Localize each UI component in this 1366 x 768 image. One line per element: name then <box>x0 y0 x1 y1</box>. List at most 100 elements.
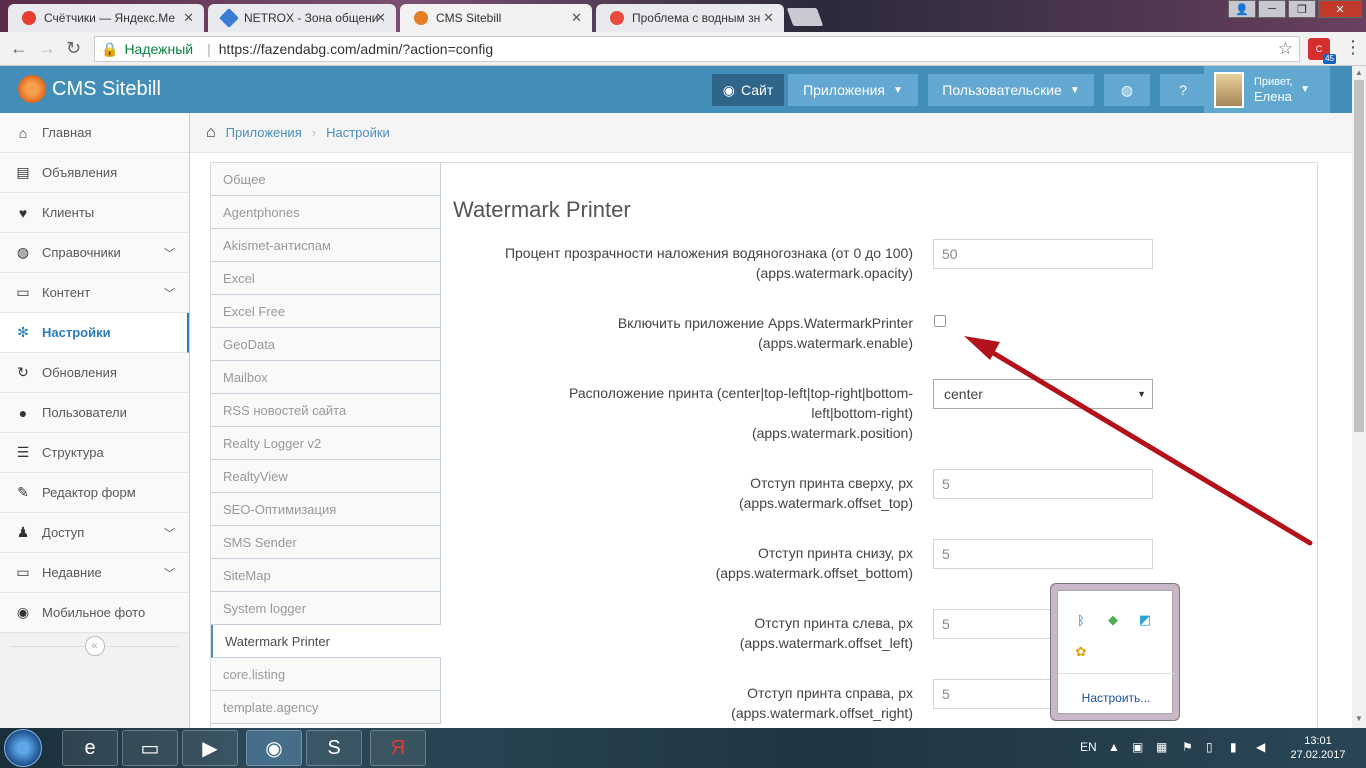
tab-agentphones[interactable]: Agentphones <box>211 196 441 229</box>
scroll-up-icon[interactable]: ▲ <box>1355 68 1363 77</box>
tab-system-logger[interactable]: System logger <box>211 592 441 625</box>
minimize-button[interactable]: ─ <box>1258 0 1286 18</box>
skype-icon[interactable]: S <box>306 730 362 766</box>
menu-icon[interactable]: ⋮ <box>1344 37 1362 58</box>
tray-expand-icon[interactable]: ▲ <box>1108 740 1120 754</box>
close-icon[interactable]: ✕ <box>763 10 774 26</box>
customize-link[interactable]: Настроить... <box>1058 691 1174 705</box>
page-scrollbar[interactable]: ▲ ▼ <box>1352 66 1366 728</box>
avatar <box>1214 71 1244 108</box>
heart-icon: ♥ <box>18 204 28 221</box>
sidebar-item-mobile-photo[interactable]: ◉ Мобильное фото <box>0 593 189 633</box>
sidebar-item-references[interactable]: ◍ Справочники ﹀ <box>0 233 189 273</box>
signal-icon[interactable]: ▮ <box>1230 740 1237 754</box>
sitebill-logo-icon <box>18 75 46 103</box>
users-icon: ♟ <box>16 524 30 540</box>
tab-rss[interactable]: RSS новостей сайта <box>211 394 441 427</box>
tab-watermark-printer[interactable]: Watermark Printer <box>211 625 441 658</box>
position-select[interactable]: center ▼ <box>933 379 1153 409</box>
brand-title: CMS Sitebill <box>52 77 161 100</box>
bluetooth-icon[interactable]: ᛒ <box>1072 611 1090 629</box>
globe-button[interactable]: ◍ <box>1104 74 1150 106</box>
sidebar-item-access[interactable]: ♟ Доступ ﹀ <box>0 513 189 553</box>
browser-tab-active[interactable]: CMS Sitebill ✕ <box>400 4 592 32</box>
offset-top-input[interactable]: 5 <box>933 469 1153 499</box>
action-center-icon[interactable]: ⚑ <box>1182 740 1193 754</box>
help-button[interactable]: ? <box>1160 74 1206 106</box>
yandex-browser-icon[interactable]: Я <box>370 730 426 766</box>
tab-label: CMS Sitebill <box>436 11 502 25</box>
extension-icon[interactable]: C 45 <box>1308 38 1336 64</box>
sidebar-item-content[interactable]: ▭ Контент ﹀ <box>0 273 189 313</box>
tray-flower-icon[interactable]: ✿ <box>1072 643 1090 661</box>
volume-icon[interactable]: ◀ <box>1256 740 1265 754</box>
offset-bottom-input[interactable]: 5 <box>933 539 1153 569</box>
user-menu[interactable]: Привет, Елена ▼ <box>1204 66 1330 113</box>
forward-icon[interactable]: → <box>38 38 56 59</box>
tray-app-icon[interactable]: ▦ <box>1156 740 1167 754</box>
sidebar-item-structure[interactable]: ☰ Структура <box>0 433 189 473</box>
language-indicator[interactable]: EN <box>1080 740 1097 754</box>
power-icon[interactable]: ▯ <box>1206 740 1213 754</box>
sidebar-item-home[interactable]: ⌂ Главная <box>0 113 189 153</box>
close-window-button[interactable]: ✕ <box>1318 0 1362 18</box>
apps-dropdown-button[interactable]: Приложения ▼ <box>788 74 918 106</box>
ie-icon[interactable]: e <box>62 730 118 766</box>
opacity-input[interactable]: 50 <box>933 239 1153 269</box>
chevron-down-icon: ﹀ <box>164 288 175 300</box>
star-icon[interactable]: ☆ <box>1278 39 1293 59</box>
browser-tab[interactable]: Проблема с водным зн ✕ <box>596 4 784 32</box>
site-button[interactable]: ◉ Сайт <box>712 74 784 106</box>
collapse-sidebar-icon[interactable]: « <box>84 636 105 656</box>
tab-realtyview[interactable]: RealtyView <box>211 460 441 493</box>
chrome-icon[interactable]: ◉ <box>246 730 302 766</box>
network-tray-icon[interactable]: ◩ <box>1136 611 1154 629</box>
reload-icon[interactable]: ↻ <box>66 38 81 59</box>
tab-sms-sender[interactable]: SMS Sender <box>211 526 441 559</box>
new-tab-button[interactable] <box>786 8 824 26</box>
tab-core-listing[interactable]: core.listing <box>211 658 441 691</box>
field-label: Отступ принта снизу, px (apps.watermark.… <box>715 545 913 581</box>
brand[interactable]: CMS Sitebill <box>18 75 161 103</box>
sidebar-item-recent[interactable]: ▭ Недавние ﹀ <box>0 553 189 593</box>
sidebar-item-settings[interactable]: ✻ Настройки <box>0 313 189 353</box>
back-icon[interactable]: ← <box>10 38 28 59</box>
sidebar-item-clients[interactable]: ♥ Клиенты <box>0 193 189 233</box>
tab-excel-free[interactable]: Excel Free <box>211 295 441 328</box>
tab-general[interactable]: Общее <box>211 163 441 196</box>
tab-realty-logger[interactable]: Realty Logger v2 <box>211 427 441 460</box>
sidebar-item-users[interactable]: ● Пользователи <box>0 393 189 433</box>
tray-app-icon[interactable]: ▣ <box>1132 740 1143 754</box>
close-icon[interactable]: ✕ <box>375 10 386 26</box>
breadcrumb-link-settings[interactable]: Настройки <box>326 125 390 140</box>
tab-template-agency[interactable]: template.agency <box>211 691 441 724</box>
tab-mailbox[interactable]: Mailbox <box>211 361 441 394</box>
sidebar-item-ads[interactable]: ▤ Объявления <box>0 153 189 193</box>
enable-checkbox[interactable] <box>934 315 946 327</box>
start-button[interactable] <box>4 729 42 767</box>
media-player-icon[interactable]: ▶ <box>182 730 238 766</box>
tab-akismet[interactable]: Akismet-антиспам <box>211 229 441 262</box>
maximize-button[interactable]: ❐ <box>1288 0 1316 18</box>
tab-excel[interactable]: Excel <box>211 262 441 295</box>
breadcrumb-link-apps[interactable]: Приложения <box>226 125 302 140</box>
url-field[interactable]: 🔒 Надежный | https://fazendabg.com/admin… <box>94 36 1300 62</box>
tab-seo[interactable]: SEO-Оптимизация <box>211 493 441 526</box>
user-profile-button[interactable]: 👤 <box>1228 0 1256 18</box>
tab-sitemap[interactable]: SiteMap <box>211 559 441 592</box>
scroll-down-icon[interactable]: ▼ <box>1355 714 1363 723</box>
home-icon[interactable]: ⌂ <box>206 124 216 142</box>
browser-tab[interactable]: Счётчики — Яндекс.Ме ✕ <box>8 4 204 32</box>
custom-dropdown-button[interactable]: Пользовательские ▼ <box>928 74 1094 106</box>
browser-tab[interactable]: NETROX - Зона общени ✕ <box>208 4 396 32</box>
close-icon[interactable]: ✕ <box>571 10 582 26</box>
tab-geodata[interactable]: GeoData <box>211 328 441 361</box>
clock[interactable]: 13:01 27.02.2017 <box>1290 734 1346 762</box>
scrollbar-thumb[interactable] <box>1354 80 1364 432</box>
explorer-icon[interactable]: ▭ <box>122 730 178 766</box>
sidebar-item-updates[interactable]: ↻ Обновления <box>0 353 189 393</box>
close-icon[interactable]: ✕ <box>183 10 194 26</box>
sidebar-item-form-editor[interactable]: ✎ Редактор форм <box>0 473 189 513</box>
app-tray-icon[interactable]: ◆ <box>1104 611 1122 629</box>
lock-icon: 🔒 <box>101 40 119 57</box>
